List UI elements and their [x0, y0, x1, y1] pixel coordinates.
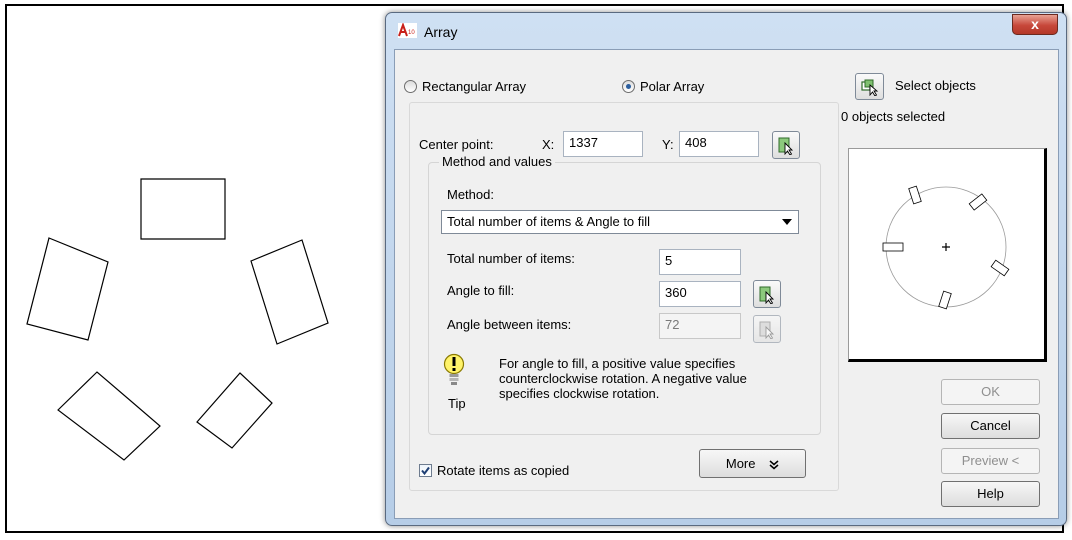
title-bar[interactable]: 10 Array x	[386, 13, 1066, 49]
dialog-title: Array	[424, 24, 458, 40]
array-item-left	[26, 237, 109, 341]
chevron-down-icon	[782, 219, 792, 225]
array-item-lower-left	[57, 371, 161, 461]
center-x-input[interactable]: 1337	[563, 131, 643, 157]
tip-label: Tip	[448, 396, 466, 411]
objects-selected-count: 0 objects selected	[841, 109, 946, 124]
help-button[interactable]: Help	[941, 481, 1040, 507]
array-item-right	[250, 239, 329, 345]
total-items-label: Total number of items:	[447, 251, 575, 266]
center-point-label: Center point:	[419, 137, 494, 152]
svg-text:10: 10	[408, 30, 415, 36]
rectangular-array-label: Rectangular Array	[422, 79, 527, 94]
ok-button[interactable]: OK	[941, 379, 1040, 405]
pick-angle-between-button	[753, 315, 781, 343]
center-x-label: X:	[542, 137, 555, 152]
array-preview	[848, 148, 1047, 362]
tip-text-line-2: counterclockwise rotation. A negative va…	[499, 371, 747, 386]
rotate-items-checkbox[interactable]	[419, 464, 432, 477]
more-button[interactable]: More	[699, 449, 806, 478]
array-preview-image	[882, 185, 1010, 310]
close-button[interactable]: x	[1012, 14, 1058, 35]
select-objects-button[interactable]	[855, 73, 884, 100]
method-dropdown[interactable]: Total number of items & Angle to fill	[441, 210, 799, 234]
pick-center-point-button[interactable]	[772, 131, 800, 159]
center-y-input[interactable]: 408	[679, 131, 759, 157]
checkmark-icon	[421, 466, 430, 476]
method-group-title: Method and values	[439, 154, 555, 169]
dialog-client: Rectangular Array Polar Array Select obj…	[394, 49, 1059, 519]
method-dropdown-value: Total number of items & Angle to fill	[447, 214, 651, 229]
array-item-lower-right	[196, 372, 273, 449]
total-items-input[interactable]: 5	[659, 249, 741, 275]
center-y-label: Y:	[662, 137, 674, 152]
pick-point-icon	[778, 137, 794, 155]
tip-text-line-1: For angle to fill, a positive value spec…	[499, 356, 736, 371]
select-objects-icon	[861, 79, 879, 96]
angle-to-fill-label: Angle to fill:	[447, 283, 515, 298]
pick-angle-to-fill-button[interactable]	[753, 280, 781, 308]
rectangular-array-radio[interactable]: Rectangular Array	[404, 79, 526, 94]
tip-text-line-3: specifies clockwise rotation.	[499, 386, 660, 401]
cancel-button[interactable]: Cancel	[941, 413, 1040, 439]
method-label: Method:	[447, 187, 494, 202]
angle-to-fill-input[interactable]: 360	[659, 281, 741, 307]
close-icon: x	[1031, 16, 1039, 32]
lightbulb-tip-icon	[443, 353, 465, 385]
angle-between-label: Angle between items:	[447, 317, 572, 332]
polar-array-radio[interactable]: Polar Array	[622, 79, 704, 94]
rotate-items-label: Rotate items as copied	[437, 463, 570, 478]
more-button-label: More	[725, 456, 756, 471]
angle-between-input: 72	[659, 313, 741, 339]
autocad-app-icon: 10	[398, 23, 417, 38]
radio-unselected-icon	[404, 80, 417, 93]
double-chevron-down-icon	[769, 459, 779, 470]
pick-angle-disabled-icon	[759, 321, 775, 339]
pick-angle-icon	[759, 286, 775, 304]
radio-selected-icon	[622, 80, 635, 93]
polar-array-label: Polar Array	[640, 79, 705, 94]
method-and-values-group: Method and values Method: Total number o…	[428, 154, 821, 435]
array-dialog: 10 Array x Rectangular Array Polar Array…	[385, 12, 1067, 526]
preview-button[interactable]: Preview <	[941, 448, 1040, 474]
polar-settings-panel: Center point: X: 1337 Y: 408 Method and …	[409, 102, 839, 491]
array-item-top	[140, 178, 226, 240]
select-objects-label: Select objects	[895, 78, 976, 93]
